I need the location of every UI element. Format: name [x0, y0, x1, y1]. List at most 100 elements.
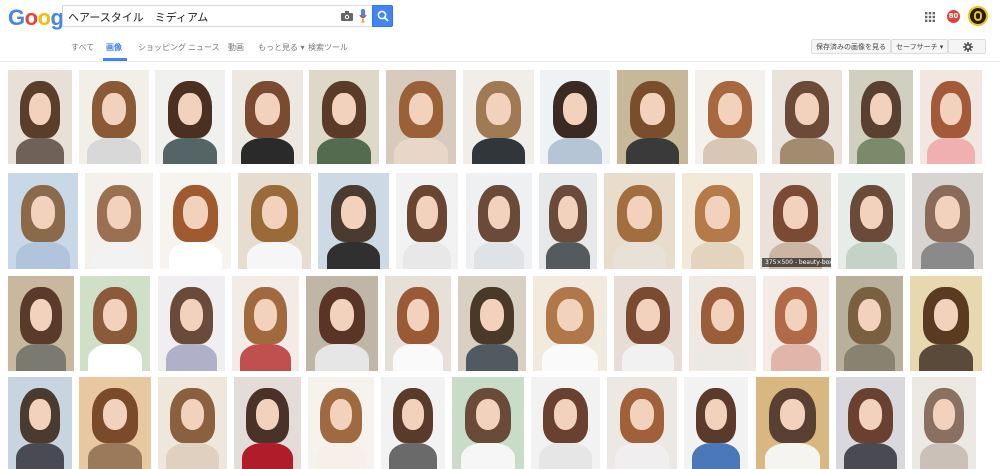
image-figure-face: [718, 92, 742, 125]
image-figure-body: [920, 242, 975, 269]
image-result[interactable]: [607, 377, 677, 469]
settings-button[interactable]: [948, 39, 986, 54]
safe-search-button[interactable]: セーフサーチ ▾: [891, 39, 949, 54]
image-result[interactable]: [617, 70, 688, 164]
image-figure-face: [409, 92, 433, 125]
tab-news[interactable]: ニュース: [188, 42, 220, 53]
image-result[interactable]: [912, 173, 983, 269]
image-figure-face: [180, 298, 203, 332]
image-result[interactable]: [234, 377, 301, 469]
image-result[interactable]: [910, 276, 982, 371]
image-result[interactable]: [80, 276, 150, 371]
image-result[interactable]: [155, 70, 225, 164]
image-result[interactable]: [160, 173, 231, 269]
image-figure-body: [625, 137, 680, 164]
image-result[interactable]: [458, 276, 526, 371]
image-result[interactable]: [772, 70, 842, 164]
image-figure-body: [87, 443, 143, 469]
image-result[interactable]: [756, 377, 829, 469]
image-figure-body: [473, 242, 525, 269]
avatar-glyph: [974, 11, 982, 21]
image-result[interactable]: [531, 377, 600, 469]
camera-icon[interactable]: [341, 11, 353, 21]
image-result[interactable]: [539, 173, 597, 269]
search-input[interactable]: [68, 9, 328, 25]
image-result[interactable]: [920, 70, 982, 164]
tab-more[interactable]: もっと見る ▾: [258, 42, 305, 53]
image-figure-body: [240, 344, 291, 371]
image-result[interactable]: [836, 276, 903, 371]
tab-images[interactable]: 画像: [106, 42, 122, 53]
image-figure-body: [388, 443, 438, 469]
image-figure-face: [935, 196, 960, 229]
apps-grid-icon[interactable]: [925, 12, 935, 22]
image-figure-body: [394, 137, 448, 164]
image-figure-body: [548, 137, 602, 164]
microphone-icon[interactable]: [359, 9, 367, 23]
image-figure-face: [933, 399, 955, 431]
image-figure-body: [87, 137, 141, 164]
image-result[interactable]: [8, 276, 74, 371]
image-result[interactable]: [8, 173, 78, 269]
image-result[interactable]: [466, 173, 532, 269]
image-result[interactable]: [463, 70, 534, 164]
image-result[interactable]: [85, 173, 153, 269]
image-result[interactable]: [763, 276, 829, 371]
image-figure-face: [780, 399, 805, 431]
image-result[interactable]: [79, 70, 149, 164]
image-result[interactable]: [682, 173, 753, 269]
search-box: [62, 5, 372, 27]
gear-icon: [963, 42, 973, 52]
image-figure-face: [329, 298, 355, 332]
image-result[interactable]: [232, 276, 299, 371]
image-figure-body: [780, 137, 834, 164]
image-result[interactable]: [238, 173, 311, 269]
image-result[interactable]: [8, 377, 72, 469]
image-result[interactable]: [386, 70, 456, 164]
image-result[interactable]: [158, 377, 227, 469]
tab-all[interactable]: すべて: [71, 42, 94, 53]
image-result[interactable]: [308, 377, 374, 469]
image-result[interactable]: [396, 173, 458, 269]
image-result[interactable]: [684, 377, 748, 469]
image-figure-face: [627, 196, 652, 229]
image-result[interactable]: 375×500 - beauty-box.jp: [760, 173, 831, 269]
image-figure-body: [541, 344, 599, 371]
image-result[interactable]: [836, 377, 905, 469]
image-result[interactable]: [695, 70, 765, 164]
image-figure-face: [795, 92, 819, 125]
image-result[interactable]: [232, 70, 303, 164]
image-result[interactable]: [849, 70, 913, 164]
image-result[interactable]: [381, 377, 445, 469]
search-button[interactable]: [372, 5, 393, 27]
avatar[interactable]: [968, 6, 988, 26]
tab-shopping[interactable]: ショッピング: [138, 42, 186, 53]
image-result[interactable]: [8, 70, 72, 164]
image-result[interactable]: [385, 276, 451, 371]
image-figure-body: [166, 443, 219, 469]
image-result[interactable]: [79, 377, 151, 469]
tab-videos[interactable]: 動画: [228, 42, 244, 53]
image-result[interactable]: [306, 276, 378, 371]
image-result[interactable]: [452, 377, 524, 469]
image-result[interactable]: [158, 276, 225, 371]
image-figure-body: [15, 344, 67, 371]
tab-search-tools[interactable]: 検索ツール: [308, 42, 348, 53]
image-result[interactable]: [912, 377, 976, 469]
notifications-badge[interactable]: 80: [947, 10, 960, 23]
image-result[interactable]: [318, 173, 389, 269]
image-result[interactable]: [540, 70, 610, 164]
image-figure-face: [558, 196, 578, 229]
saved-images-button[interactable]: 保存済みの画像を見る: [811, 39, 891, 54]
image-figure-face: [640, 92, 665, 125]
image-result[interactable]: [604, 173, 675, 269]
image-result[interactable]: [533, 276, 607, 371]
image-figure-face: [103, 298, 127, 332]
image-result[interactable]: [838, 173, 905, 269]
image-figure-face: [783, 196, 808, 229]
image-result[interactable]: [689, 276, 756, 371]
image-result[interactable]: [309, 70, 379, 164]
image-result[interactable]: [614, 276, 682, 371]
image-figure-face: [180, 399, 205, 431]
image-figure-face: [870, 92, 892, 125]
